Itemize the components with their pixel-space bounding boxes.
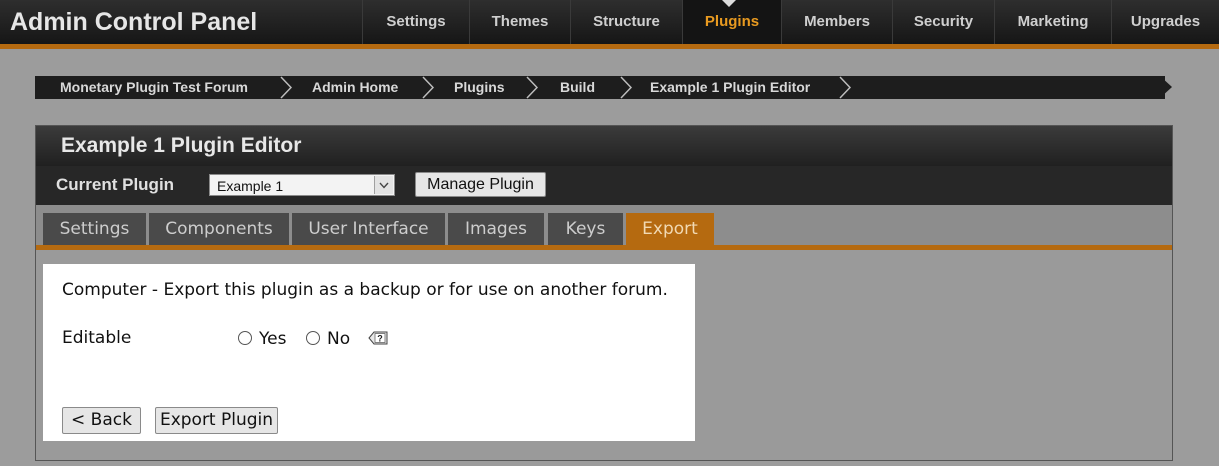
editable-yes-radio[interactable] xyxy=(238,331,252,345)
page-title: Example 1 Plugin Editor xyxy=(61,134,302,157)
breadcrumb-current-page: Example 1 Plugin Editor xyxy=(650,79,811,95)
breadcrumb-separator-icon xyxy=(839,76,851,99)
tab-components[interactable]: Components xyxy=(149,213,289,245)
nav-members[interactable]: Members xyxy=(781,0,892,44)
breadcrumb-plugins[interactable]: Plugins xyxy=(454,76,505,99)
nav-upgrades[interactable]: Upgrades xyxy=(1111,0,1219,44)
top-accent-line xyxy=(0,44,1219,49)
breadcrumb-separator-icon xyxy=(526,76,538,99)
main-nav: Settings Themes Structure Plugins Member… xyxy=(362,0,1219,44)
breadcrumb-separator-icon xyxy=(422,76,434,99)
breadcrumb-build[interactable]: Build xyxy=(560,76,595,99)
top-bar: Admin Control Panel Settings Themes Stru… xyxy=(0,0,1219,44)
editable-no-label[interactable]: No xyxy=(327,329,350,349)
nav-themes[interactable]: Themes xyxy=(469,0,570,44)
export-description: Computer - Export this plugin as a backu… xyxy=(62,280,668,300)
breadcrumb-forum[interactable]: Monetary Plugin Test Forum xyxy=(60,76,248,99)
breadcrumb: Monetary Plugin Test Forum Admin Home Pl… xyxy=(35,76,1165,99)
plugin-editor-panel: Example 1 Plugin Editor Current Plugin E… xyxy=(35,125,1173,461)
export-plugin-button[interactable]: Export Plugin xyxy=(155,407,278,434)
editable-label: Editable xyxy=(62,328,132,348)
chevron-down-icon[interactable] xyxy=(374,176,393,194)
panel-header: Example 1 Plugin Editor xyxy=(36,126,1172,166)
tab-bar: Settings Components User Interface Image… xyxy=(36,205,1172,245)
current-plugin-row: Current Plugin Example 1 Manage Plugin xyxy=(36,166,1172,205)
editable-yes-label[interactable]: Yes xyxy=(259,329,286,349)
tab-user-interface[interactable]: User Interface xyxy=(292,213,445,245)
breadcrumb-separator-icon xyxy=(620,76,632,99)
tab-keys[interactable]: Keys xyxy=(548,213,623,245)
active-nav-caret-icon xyxy=(722,0,736,7)
breadcrumb-end xyxy=(1160,76,1172,98)
current-plugin-label: Current Plugin xyxy=(56,175,175,194)
nav-security[interactable]: Security xyxy=(892,0,994,44)
editable-no-radio[interactable] xyxy=(306,331,320,345)
tab-export[interactable]: Export xyxy=(626,213,714,245)
plugin-select-value: Example 1 xyxy=(217,178,284,194)
plugin-select[interactable]: Example 1 xyxy=(209,174,395,196)
nav-structure[interactable]: Structure xyxy=(570,0,682,44)
breadcrumb-admin-home[interactable]: Admin Home xyxy=(312,76,398,99)
help-icon[interactable]: ? xyxy=(368,330,388,346)
export-card: Computer - Export this plugin as a backu… xyxy=(43,264,695,441)
app-title: Admin Control Panel xyxy=(10,8,258,36)
manage-plugin-button[interactable]: Manage Plugin xyxy=(415,172,546,197)
nav-marketing[interactable]: Marketing xyxy=(994,0,1111,44)
breadcrumb-separator-icon xyxy=(280,76,292,99)
tab-settings[interactable]: Settings xyxy=(43,213,146,245)
back-button[interactable]: < Back xyxy=(62,407,141,434)
nav-settings[interactable]: Settings xyxy=(362,0,469,44)
svg-text:?: ? xyxy=(377,334,383,344)
tab-images[interactable]: Images xyxy=(448,213,544,245)
